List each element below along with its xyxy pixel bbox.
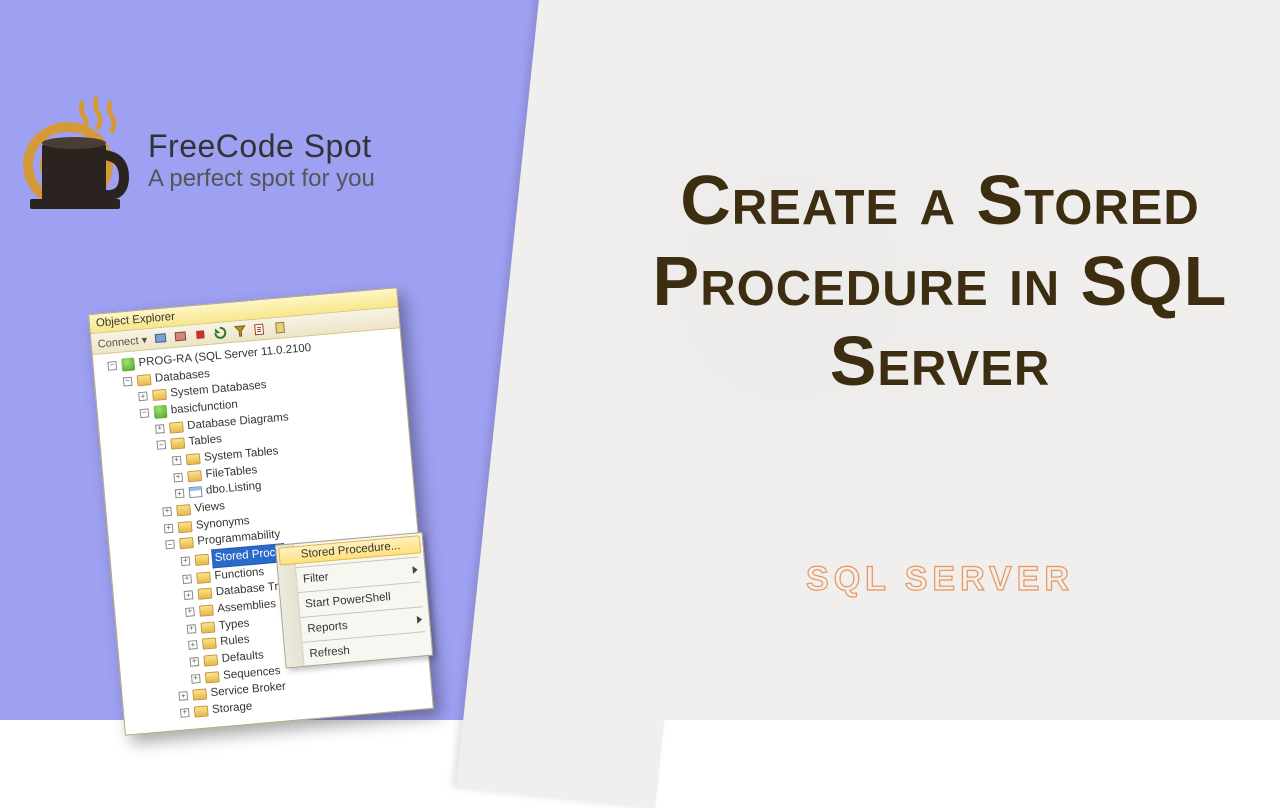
- expand-icon[interactable]: +: [189, 657, 199, 667]
- database-icon: [153, 405, 167, 419]
- toolbar-disconnect-icon[interactable]: [172, 329, 187, 344]
- expand-icon[interactable]: +: [178, 691, 188, 701]
- table-icon: [189, 486, 203, 498]
- folder-icon: [176, 504, 191, 516]
- folder-icon: [187, 470, 202, 482]
- expand-icon[interactable]: +: [175, 489, 185, 499]
- menu-item-label: Filter: [303, 571, 330, 585]
- headline-text: Create a Stored Procedure in SQL Server: [620, 160, 1260, 402]
- folder-icon: [192, 689, 207, 701]
- expand-icon[interactable]: +: [181, 556, 191, 566]
- tree-view: −PROG-RA (SQL Server 11.0.2100 −Database…: [93, 328, 433, 734]
- folder-icon: [152, 389, 167, 401]
- expand-icon[interactable]: +: [187, 624, 197, 634]
- object-explorer-panel: Object Explorer Connect ▾ −PROG-RA (SQL …: [88, 287, 434, 735]
- expand-icon[interactable]: +: [162, 507, 172, 517]
- toolbar-script-icon[interactable]: [252, 322, 267, 337]
- coffee-cup-icon: [20, 95, 130, 225]
- expand-icon[interactable]: +: [164, 523, 174, 533]
- folder-icon: [203, 654, 218, 666]
- toolbar-stop-icon[interactable]: [192, 327, 207, 342]
- brand-text: FreeCode Spot A perfect spot for you: [148, 128, 375, 193]
- toolbar-registered-icon[interactable]: [272, 320, 287, 335]
- collapse-icon[interactable]: −: [123, 376, 133, 386]
- folder-icon: [199, 604, 214, 616]
- expand-icon[interactable]: +: [180, 708, 190, 718]
- collapse-icon[interactable]: −: [156, 440, 166, 450]
- expand-icon[interactable]: +: [155, 424, 165, 434]
- folder-icon: [137, 374, 152, 386]
- context-menu: Stored Procedure... Filter Start PowerSh…: [275, 532, 433, 668]
- folder-icon: [200, 621, 215, 633]
- folder-icon: [196, 571, 211, 583]
- folder-icon: [205, 671, 220, 683]
- menu-item-label: Refresh: [309, 645, 350, 660]
- connect-dropdown[interactable]: Connect ▾: [97, 333, 148, 350]
- collapse-icon[interactable]: −: [107, 361, 117, 371]
- expand-icon[interactable]: +: [184, 590, 194, 600]
- collapse-icon[interactable]: −: [140, 408, 150, 418]
- server-icon: [121, 357, 135, 371]
- expand-icon[interactable]: +: [188, 640, 198, 650]
- toolbar-connect-icon[interactable]: [152, 331, 167, 346]
- folder-icon: [178, 521, 193, 533]
- expand-icon[interactable]: +: [172, 456, 182, 466]
- menu-item-label: Start PowerShell: [305, 591, 391, 610]
- menu-item-label: Stored Procedure...: [300, 540, 400, 561]
- expand-icon[interactable]: +: [173, 472, 183, 482]
- brand-logo-area: FreeCode Spot A perfect spot for you: [20, 95, 375, 225]
- subheadline-text: SQL SERVER: [620, 560, 1260, 599]
- expand-icon[interactable]: +: [138, 392, 148, 402]
- brand-tagline: A perfect spot for you: [148, 165, 375, 193]
- folder-icon: [194, 705, 209, 717]
- folder-icon: [169, 421, 184, 433]
- submenu-arrow-icon: [417, 615, 423, 623]
- toolbar-filter-icon[interactable]: [232, 324, 247, 339]
- brand-name: FreeCode Spot: [148, 128, 375, 165]
- folder-icon: [186, 453, 201, 465]
- node-label: Storage: [210, 699, 254, 719]
- expand-icon[interactable]: +: [191, 674, 201, 684]
- folder-icon: [195, 554, 210, 566]
- expand-icon[interactable]: +: [182, 574, 192, 584]
- folder-icon: [202, 638, 217, 650]
- collapse-icon[interactable]: −: [165, 540, 175, 550]
- folder-icon: [179, 537, 194, 549]
- folder-icon: [198, 588, 213, 600]
- folder-icon: [170, 438, 185, 450]
- submenu-arrow-icon: [412, 566, 418, 574]
- expand-icon[interactable]: +: [185, 607, 195, 617]
- toolbar-refresh-icon[interactable]: [212, 325, 227, 340]
- menu-item-label: Reports: [307, 620, 348, 635]
